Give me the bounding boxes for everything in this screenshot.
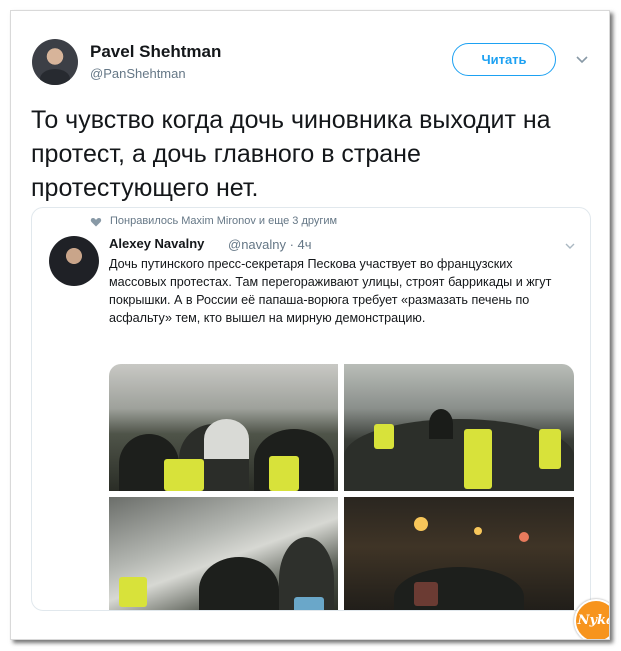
liked-by-label: Понравилось Maxim Mironov и еще 3 другим	[110, 215, 338, 227]
author-avatar[interactable]	[32, 39, 78, 85]
chevron-down-icon[interactable]	[574, 51, 590, 67]
quoted-tweet[interactable]: Понравилось Maxim Mironov и еще 3 другим…	[31, 207, 591, 611]
photo-crowd-yellow-vests[interactable]	[109, 364, 338, 491]
heart-icon	[90, 218, 102, 227]
chevron-down-icon[interactable]	[564, 240, 576, 252]
follow-button[interactable]: Читать	[452, 43, 556, 76]
author-handle[interactable]: @PanShehtman	[90, 66, 186, 81]
quoted-author-avatar[interactable]	[49, 236, 99, 286]
watermark-logo: Nyka	[574, 599, 609, 639]
quoted-author-handle[interactable]: @navalny · 4ч	[228, 237, 312, 252]
photo-street-protest[interactable]	[344, 364, 574, 491]
quoted-author-name[interactable]: Alexey Navalny	[109, 236, 204, 251]
author-name[interactable]: Pavel Shehtman	[90, 42, 221, 62]
quoted-text: Дочь путинского пресс-секретаря Пескова …	[109, 257, 552, 325]
tweet-text: То чувство когда дочь чиновника выходит …	[31, 106, 551, 202]
tweet-card: Pavel Shehtman @PanShehtman Читать То чу…	[10, 10, 610, 640]
photo-grid	[109, 364, 574, 610]
photo-night-street[interactable]	[344, 497, 574, 610]
photo-tear-gas[interactable]	[109, 497, 338, 610]
